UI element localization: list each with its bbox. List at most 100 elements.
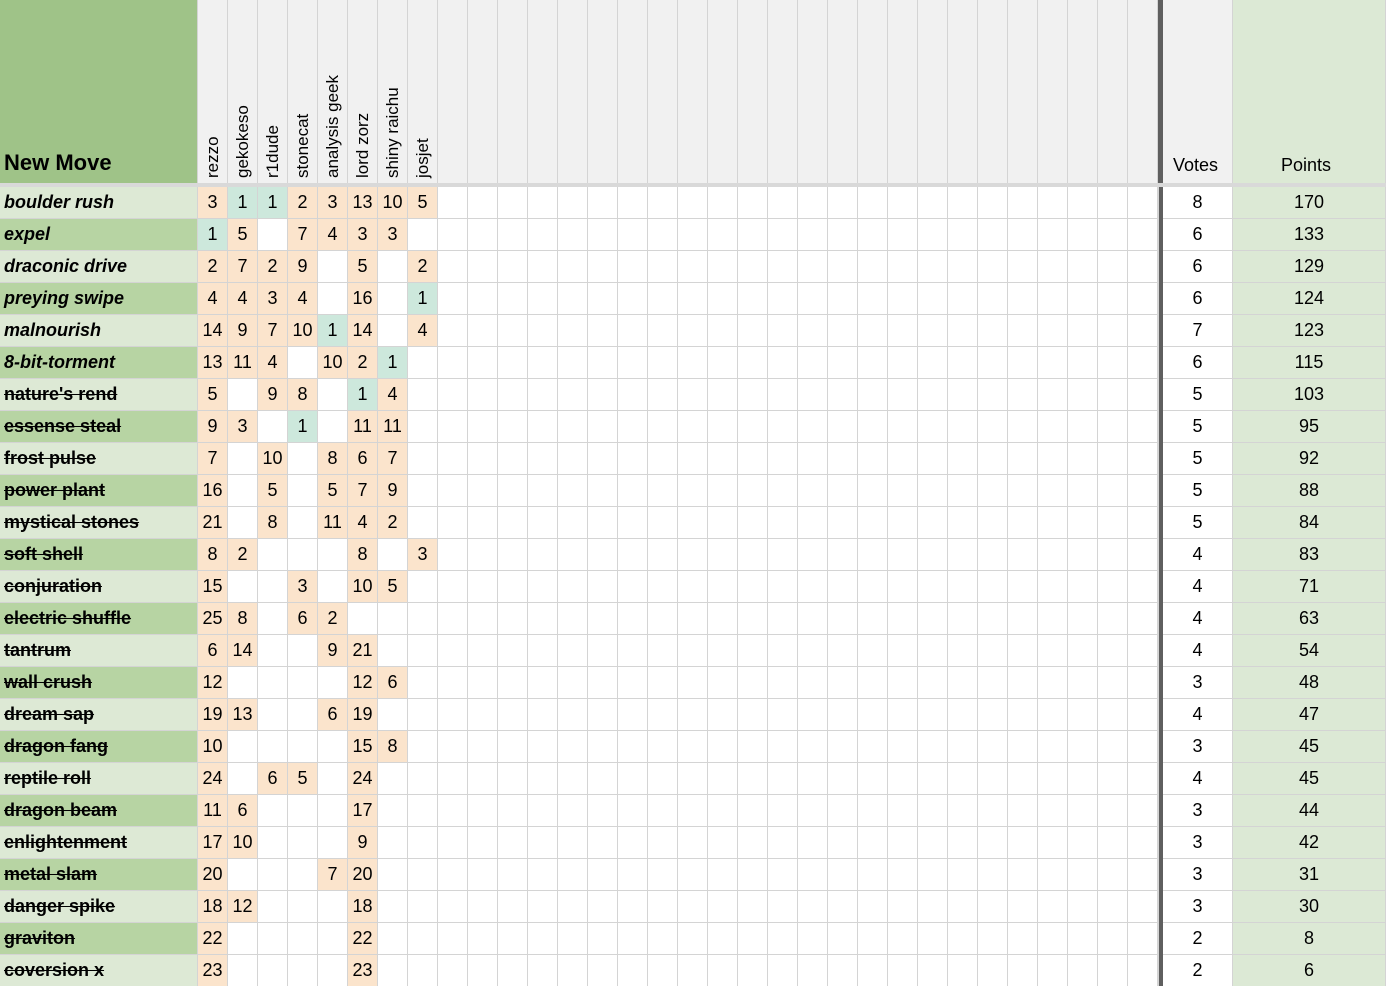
rank-cell[interactable] (738, 251, 768, 283)
rank-cell[interactable] (948, 763, 978, 795)
rank-cell[interactable]: 6 (258, 763, 288, 795)
rank-cell[interactable] (888, 731, 918, 763)
rank-cell[interactable] (228, 475, 258, 507)
rank-cell[interactable] (588, 635, 618, 667)
rank-cell[interactable] (948, 827, 978, 859)
rank-cell[interactable] (588, 187, 618, 219)
rank-cell[interactable] (258, 859, 288, 891)
move-name-cell[interactable]: electric shuffle (0, 603, 198, 635)
rank-cell[interactable] (858, 315, 888, 347)
rank-cell[interactable] (708, 763, 738, 795)
rank-cell[interactable] (648, 411, 678, 443)
rank-cell[interactable] (648, 219, 678, 251)
rank-cell[interactable] (1128, 219, 1158, 251)
rank-cell[interactable] (468, 539, 498, 571)
rank-cell[interactable] (798, 763, 828, 795)
rank-cell[interactable] (768, 187, 798, 219)
rank-cell[interactable] (1038, 891, 1068, 923)
rank-cell[interactable] (438, 315, 468, 347)
rank-cell[interactable] (438, 283, 468, 315)
rank-cell[interactable]: 8 (378, 731, 408, 763)
rank-cell[interactable]: 5 (288, 763, 318, 795)
voter-column-header[interactable] (798, 0, 828, 183)
points-cell[interactable]: 31 (1233, 859, 1386, 891)
rank-cell[interactable]: 2 (348, 347, 378, 379)
rank-cell[interactable]: 8 (288, 379, 318, 411)
rank-cell[interactable]: 10 (348, 571, 378, 603)
rank-cell[interactable] (1008, 443, 1038, 475)
rank-cell[interactable] (858, 347, 888, 379)
rank-cell[interactable] (228, 923, 258, 955)
rank-cell[interactable] (1098, 411, 1128, 443)
rank-cell[interactable] (858, 507, 888, 539)
rank-cell[interactable] (888, 187, 918, 219)
rank-cell[interactable] (558, 347, 588, 379)
rank-cell[interactable] (798, 795, 828, 827)
rank-cell[interactable] (528, 187, 558, 219)
rank-cell[interactable] (888, 379, 918, 411)
rank-cell[interactable] (948, 795, 978, 827)
votes-cell[interactable]: 2 (1163, 955, 1233, 986)
rank-cell[interactable] (828, 411, 858, 443)
rank-cell[interactable] (558, 507, 588, 539)
move-name-cell[interactable]: preying swipe (0, 283, 198, 315)
rank-cell[interactable] (618, 955, 648, 986)
rank-cell[interactable] (888, 923, 918, 955)
rank-cell[interactable] (1038, 635, 1068, 667)
rank-cell[interactable] (948, 251, 978, 283)
rank-cell[interactable] (828, 923, 858, 955)
rank-cell[interactable] (1098, 763, 1128, 795)
rank-cell[interactable] (738, 507, 768, 539)
rank-cell[interactable] (1038, 475, 1068, 507)
rank-cell[interactable] (528, 763, 558, 795)
rank-cell[interactable] (978, 763, 1008, 795)
rank-cell[interactable] (738, 763, 768, 795)
rank-cell[interactable] (618, 667, 648, 699)
rank-cell[interactable] (618, 859, 648, 891)
rank-cell[interactable] (318, 955, 348, 986)
voter-column-header[interactable] (1128, 0, 1158, 183)
rank-cell[interactable] (468, 731, 498, 763)
rank-cell[interactable]: 7 (258, 315, 288, 347)
rank-cell[interactable] (888, 443, 918, 475)
rank-cell[interactable] (1128, 251, 1158, 283)
rank-cell[interactable]: 3 (378, 219, 408, 251)
rank-cell[interactable] (558, 859, 588, 891)
rank-cell[interactable] (918, 859, 948, 891)
rank-cell[interactable] (528, 699, 558, 731)
rank-cell[interactable]: 4 (318, 219, 348, 251)
rank-cell[interactable] (798, 571, 828, 603)
rank-cell[interactable] (468, 315, 498, 347)
rank-cell[interactable] (1128, 859, 1158, 891)
rank-cell[interactable] (978, 219, 1008, 251)
rank-cell[interactable] (1038, 731, 1068, 763)
rank-cell[interactable] (438, 763, 468, 795)
points-cell[interactable]: 84 (1233, 507, 1386, 539)
rank-cell[interactable]: 7 (288, 219, 318, 251)
rank-cell[interactable] (468, 699, 498, 731)
rank-cell[interactable] (738, 187, 768, 219)
rank-cell[interactable] (1128, 699, 1158, 731)
rank-cell[interactable] (828, 283, 858, 315)
rank-cell[interactable]: 1 (378, 347, 408, 379)
rank-cell[interactable]: 1 (288, 411, 318, 443)
rank-cell[interactable] (588, 763, 618, 795)
rank-cell[interactable] (768, 891, 798, 923)
rank-cell[interactable] (918, 571, 948, 603)
rank-cell[interactable] (438, 795, 468, 827)
rank-cell[interactable] (1008, 923, 1038, 955)
rank-cell[interactable]: 20 (198, 859, 228, 891)
rank-cell[interactable] (378, 891, 408, 923)
rank-cell[interactable] (528, 603, 558, 635)
points-cell[interactable]: 83 (1233, 539, 1386, 571)
rank-cell[interactable] (738, 795, 768, 827)
rank-cell[interactable] (708, 955, 738, 986)
rank-cell[interactable] (738, 219, 768, 251)
rank-cell[interactable] (288, 955, 318, 986)
rank-cell[interactable] (798, 635, 828, 667)
voter-column-header[interactable] (528, 0, 558, 183)
rank-cell[interactable] (408, 699, 438, 731)
rank-cell[interactable]: 1 (318, 315, 348, 347)
rank-cell[interactable] (498, 635, 528, 667)
rank-cell[interactable] (1038, 859, 1068, 891)
